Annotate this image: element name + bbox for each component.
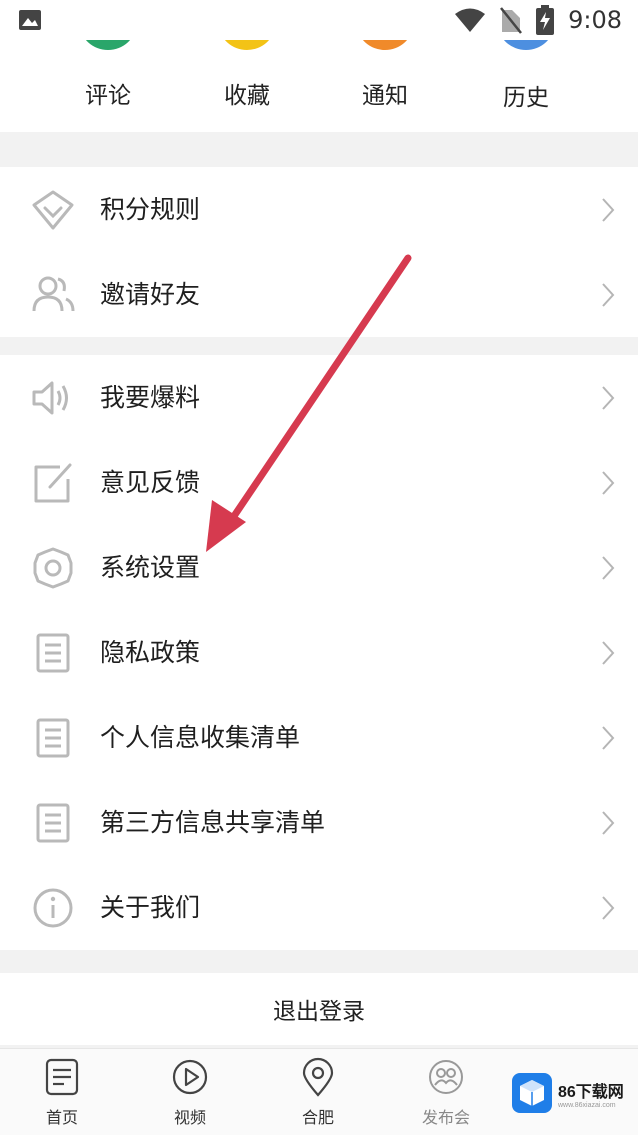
menu-item-label: 系统设置 [100,552,201,582]
chevron-right-icon [602,725,615,750]
cube-logo-icon [512,1073,552,1113]
shortcut-favorites[interactable]: 收藏 [187,40,307,132]
shortcut-history[interactable]: 历史 [466,40,586,132]
chevron-right-icon [602,895,615,920]
logout-label: 退出登录 [273,999,365,1025]
chevron-right-icon [602,470,615,495]
menu-item-about-us[interactable]: 关于我们 [0,865,638,950]
menu-item-third-party-sharing-list[interactable]: 第三方信息共享清单 [0,780,638,865]
status-time: 9:08 [568,6,622,34]
chevron-right-icon [602,197,615,222]
menu-item-system-settings[interactable]: 系统设置 [0,525,638,610]
menu-item-label: 我要爆料 [100,382,201,412]
menu-group-account: 积分规则 邀请好友 [0,167,638,337]
tab-hefei[interactable]: 合肥 [268,1049,368,1135]
notification-icon [357,40,413,50]
press-icon [429,1060,463,1094]
shortcut-row: 评论 收藏 通知 历史 [0,40,638,132]
diamond-icon [32,190,74,229]
chevron-right-icon [602,385,615,410]
speaker-icon [32,381,68,414]
tab-label: 发布会 [421,1108,470,1127]
chevron-right-icon [602,555,615,580]
menu-item-feedback[interactable]: 意见反馈 [0,440,638,525]
play-icon [172,1059,208,1095]
menu-item-personal-info-list[interactable]: 个人信息收集清单 [0,695,638,780]
battery-charging-icon [536,5,555,35]
shortcut-label: 历史 [503,85,549,111]
tab-label: 视频 [173,1108,206,1127]
menu-item-label: 积分规则 [100,194,201,224]
info-icon [33,888,73,927]
shortcut-label: 评论 [85,83,131,109]
menu-item-label: 个人信息收集清单 [100,722,301,752]
menu-item-points-rules[interactable]: 积分规则 [0,167,638,252]
shortcut-notifications[interactable]: 通知 [325,40,445,132]
watermark-title: 86下载网 [558,1083,624,1101]
gear-icon [33,547,73,588]
image-icon [19,10,41,30]
menu-item-label: 关于我们 [100,892,201,922]
menu-item-report-news[interactable]: 我要爆料 [0,355,638,440]
tab-home[interactable]: 首页 [12,1049,112,1135]
watermark: 86下载网 www.86xiazai.com [512,1068,632,1118]
favorite-icon [219,40,275,50]
chevron-right-icon [602,810,615,835]
document-icon [36,718,70,757]
menu-item-privacy-policy[interactable]: 隐私政策 [0,610,638,695]
wifi-icon [455,8,486,32]
no-sim-icon [500,7,523,34]
users-icon [32,276,75,311]
menu-item-label: 第三方信息共享清单 [100,807,326,837]
chevron-right-icon [602,640,615,665]
document-icon [36,803,70,842]
location-icon [302,1057,334,1097]
tab-video[interactable]: 视频 [140,1049,240,1135]
history-icon [498,40,554,50]
home-list-icon [45,1058,79,1096]
logout-button[interactable]: 退出登录 [0,973,638,1045]
edit-icon [34,463,72,502]
menu-group-general: 我要爆料 意见反馈 系统设置 隐私政策 个人信息收集清单 第三方信息共享清单 关… [0,355,638,950]
shortcut-label: 收藏 [224,83,270,109]
status-bar: 9:08 [0,0,638,40]
menu-item-label: 隐私政策 [100,637,201,667]
tab-press-conference[interactable]: 发布会 [396,1049,496,1135]
menu-item-label: 意见反馈 [100,467,201,497]
shortcut-comments[interactable]: 评论 [48,40,168,132]
document-icon [36,633,70,672]
watermark-url: www.86xiazai.com [558,1101,616,1109]
shortcut-label: 通知 [362,83,408,109]
comment-icon [80,40,136,50]
tab-label: 合肥 [301,1108,334,1127]
tab-label: 首页 [45,1108,78,1127]
chevron-right-icon [602,282,615,307]
menu-item-label: 邀请好友 [100,279,201,309]
menu-item-invite-friends[interactable]: 邀请好友 [0,252,638,337]
